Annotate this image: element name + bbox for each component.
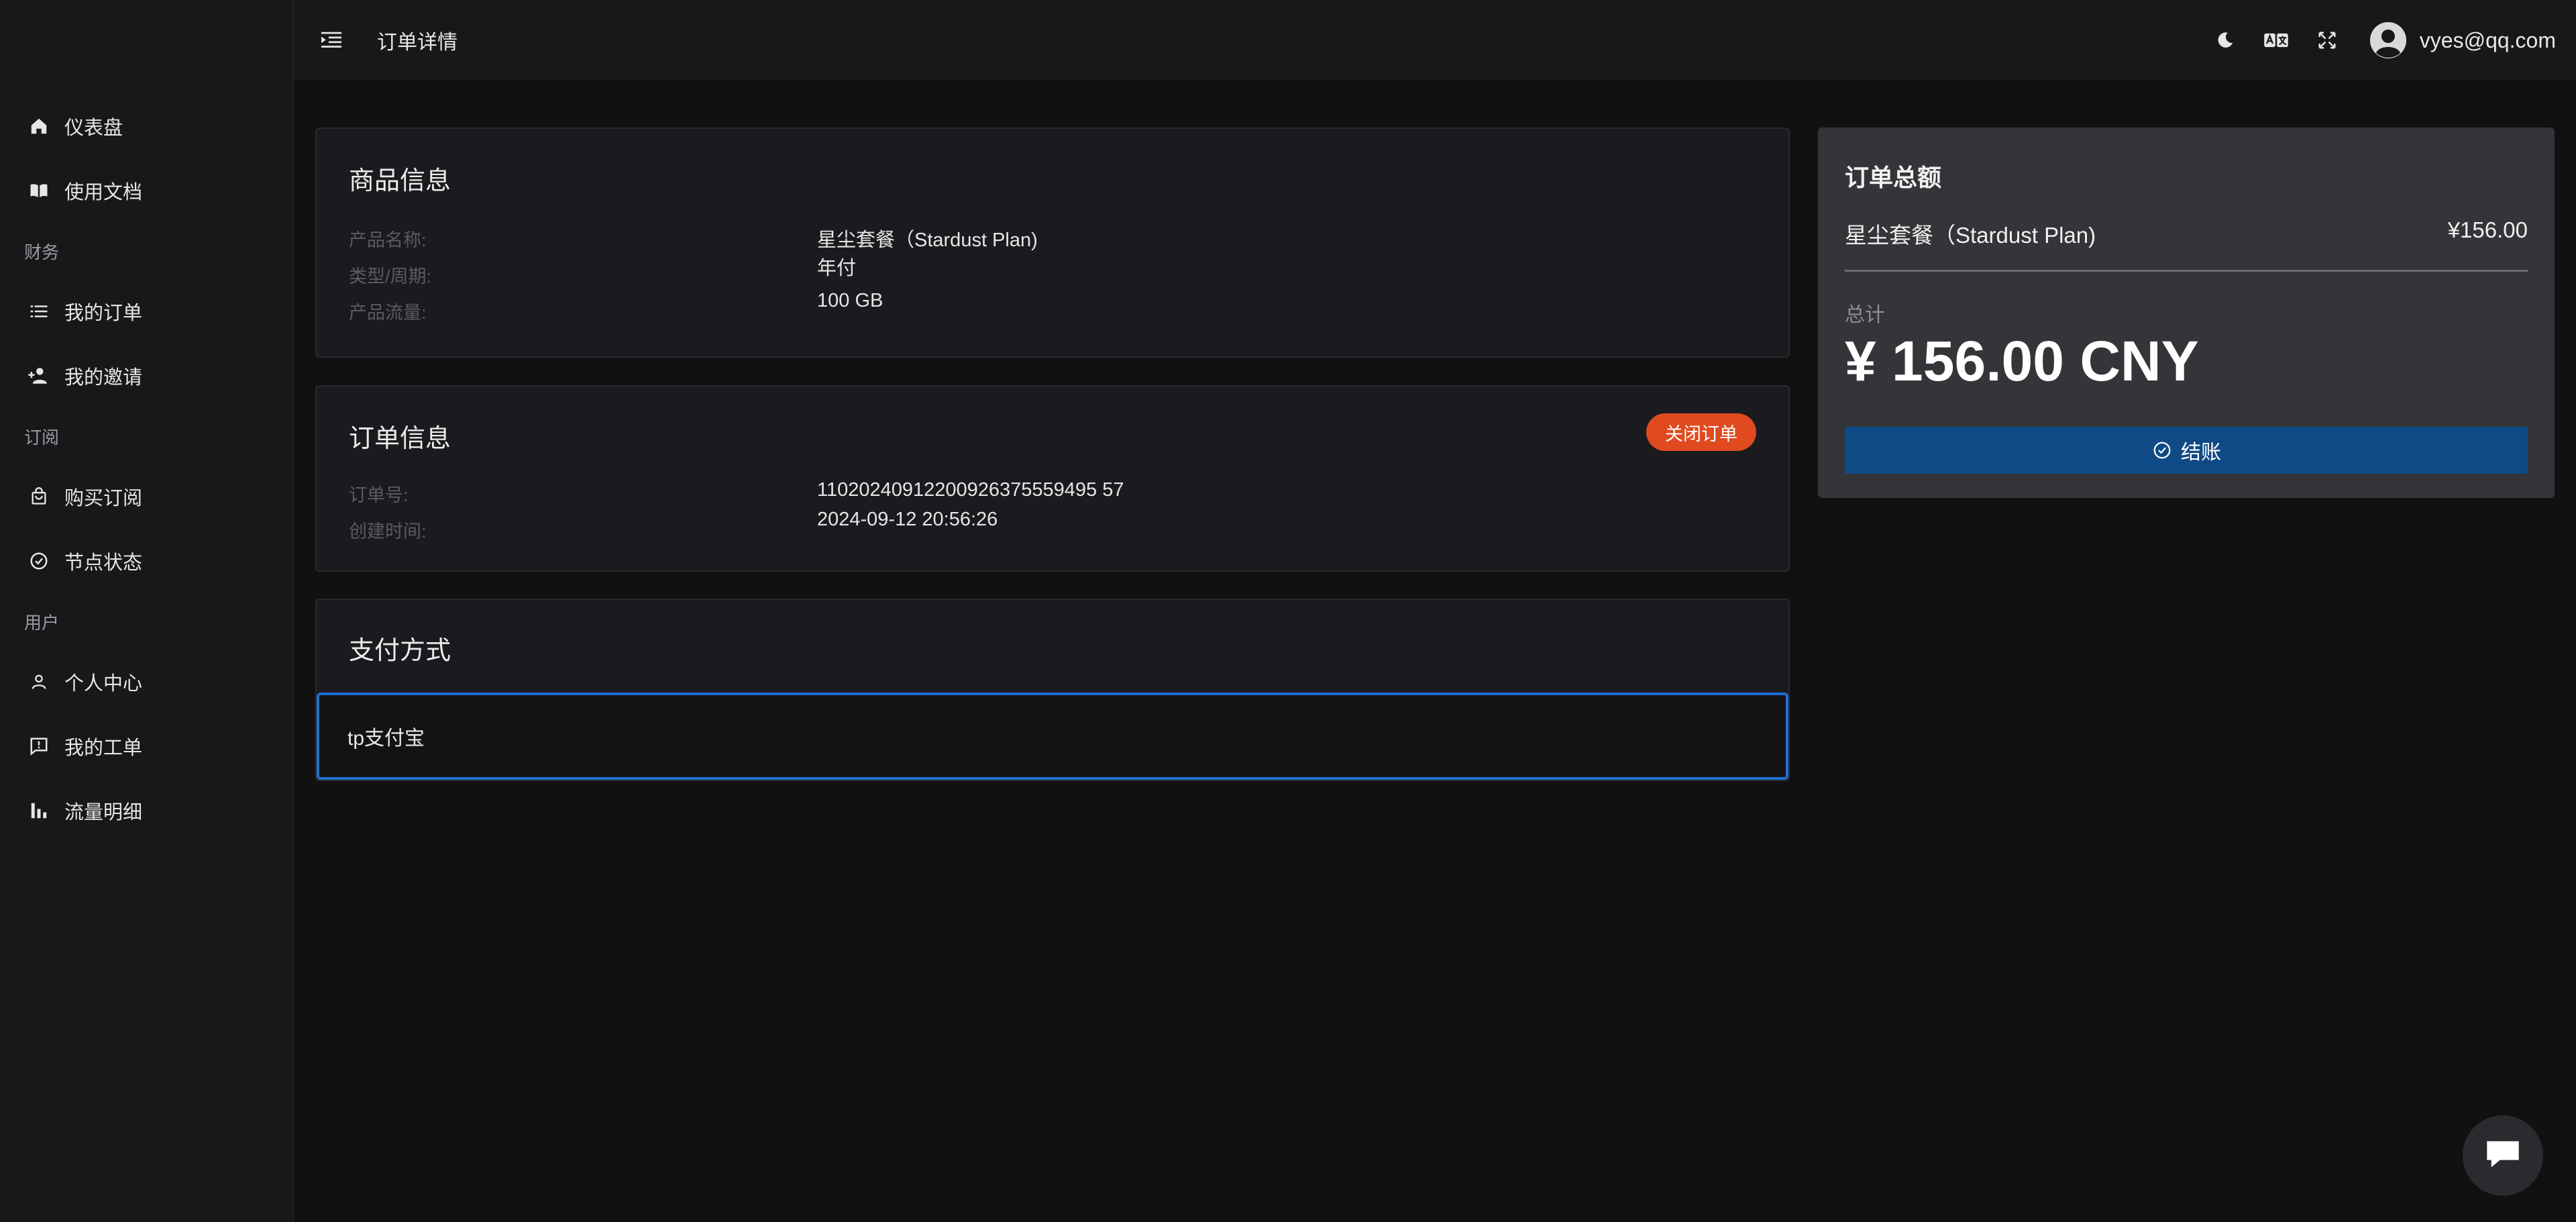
order-info-panel: 订单信息 关闭订单 订单号: 1102024091220092637555949… [315,385,1790,572]
summary-divider [1845,270,2528,272]
total-amount: ¥ 156.00 CNY [1845,329,2199,393]
order-created-value: 2024-09-12 20:56:26 [817,509,998,530]
product-traffic-label: 产品流量: [349,303,427,323]
page-title: 订单详情 [377,32,458,54]
sidebar-item-orders[interactable]: 我的订单 [0,279,292,344]
book-icon [27,179,51,203]
order-number-label: 订单号: [349,485,409,505]
payment-method-title: 支付方式 [349,637,451,665]
sidebar-item-node-status[interactable]: 节点状态 [0,529,292,593]
sidebar-item-label: 使用文档 [64,182,143,203]
check-circle-icon [27,549,51,573]
sidebar-item-docs[interactable]: 使用文档 [0,158,292,223]
sidebar-group-user: 用户 [24,612,60,633]
bag-icon [27,485,51,509]
product-name-label: 产品名称: [349,230,427,250]
user-avatar-icon [2369,22,2406,58]
ticket-icon [27,734,51,758]
order-total-title: 订单总额 [1845,164,1942,191]
sidebar-item-label: 流量明细 [64,802,143,823]
bar-chart-icon [27,799,51,823]
order-created-label: 创建时间: [349,521,427,542]
product-cycle-label: 类型/周期: [349,266,432,287]
user-add-icon [27,364,51,388]
product-info-title: 商品信息 [349,167,451,195]
person-icon [27,670,51,694]
sidebar-item-label: 节点状态 [64,552,143,574]
total-label: 总计 [1845,304,1885,326]
check-circle-icon [2151,440,2173,461]
order-number-value: 11020240912200926375559495 57 [817,479,1124,501]
sidebar-item-label: 仪表盘 [64,117,123,139]
sidebar-item-label: 我的工单 [64,737,143,759]
payment-option-alipay[interactable]: tp支付宝 [317,693,1788,780]
fullscreen-icon[interactable] [2314,27,2341,54]
sidebar-item-tickets[interactable]: 我的工单 [0,714,292,778]
checkout-button[interactable]: 结账 [1845,427,2528,474]
top-header: 订单详情 vyes@qq.com [294,0,2576,81]
sidebar-item-buy-subscription[interactable]: 购买订阅 [0,464,292,529]
product-info-panel: 商品信息 产品名称: 星尘套餐（Stardust Plan) 类型/周期: 年付… [315,128,1790,358]
summary-item-name: 星尘套餐（Stardust Plan) [1845,223,2096,248]
sidebar-item-dashboard[interactable]: 仪表盘 [0,94,292,158]
sidebar-item-label: 我的订单 [64,303,143,324]
sidebar-item-profile[interactable]: 个人中心 [0,650,292,714]
sidebar-item-label: 我的邀请 [64,367,143,389]
order-info-title: 订单信息 [349,425,451,453]
moon-icon[interactable] [2212,27,2239,54]
sidebar-item-label: 购买订阅 [64,488,143,509]
avatar[interactable] [2369,22,2406,58]
header-actions: vyes@qq.com [2188,0,2556,81]
product-cycle-value: 年付 [817,258,857,279]
product-traffic-value: 100 GB [817,290,883,311]
summary-item-price: ¥156.00 [2447,217,2528,242]
sidebar-item-label: 个人中心 [64,673,143,695]
close-order-button[interactable]: 关闭订单 [1646,413,1756,451]
sidebar: 仪表盘 使用文档 财务 我的订单 我的邀请 订阅 购买订阅 节点状态 用户 个人… [0,0,294,1222]
list-icon [27,299,51,323]
translate-icon[interactable] [2263,27,2290,54]
chat-button[interactable] [2463,1115,2543,1196]
sidebar-item-traffic[interactable]: 流量明细 [0,778,292,843]
user-email[interactable]: vyes@qq.com [2420,28,2556,53]
checkout-label: 结账 [2181,442,2221,464]
product-name-value: 星尘套餐（Stardust Plan) [817,230,1038,251]
sidebar-group-subscription: 订阅 [24,427,60,448]
order-summary-panel: 订单总额 星尘套餐（Stardust Plan) ¥156.00 总计 ¥ 15… [1818,128,2555,498]
sidebar-item-invites[interactable]: 我的邀请 [0,344,292,408]
sidebar-group-finance: 财务 [24,242,60,262]
menu-collapse-icon[interactable] [318,27,345,54]
app-root: 仪表盘 使用文档 财务 我的订单 我的邀请 订阅 购买订阅 节点状态 用户 个人… [0,0,2576,1222]
home-icon [27,114,51,138]
chat-bubble-icon [2482,1135,2524,1176]
